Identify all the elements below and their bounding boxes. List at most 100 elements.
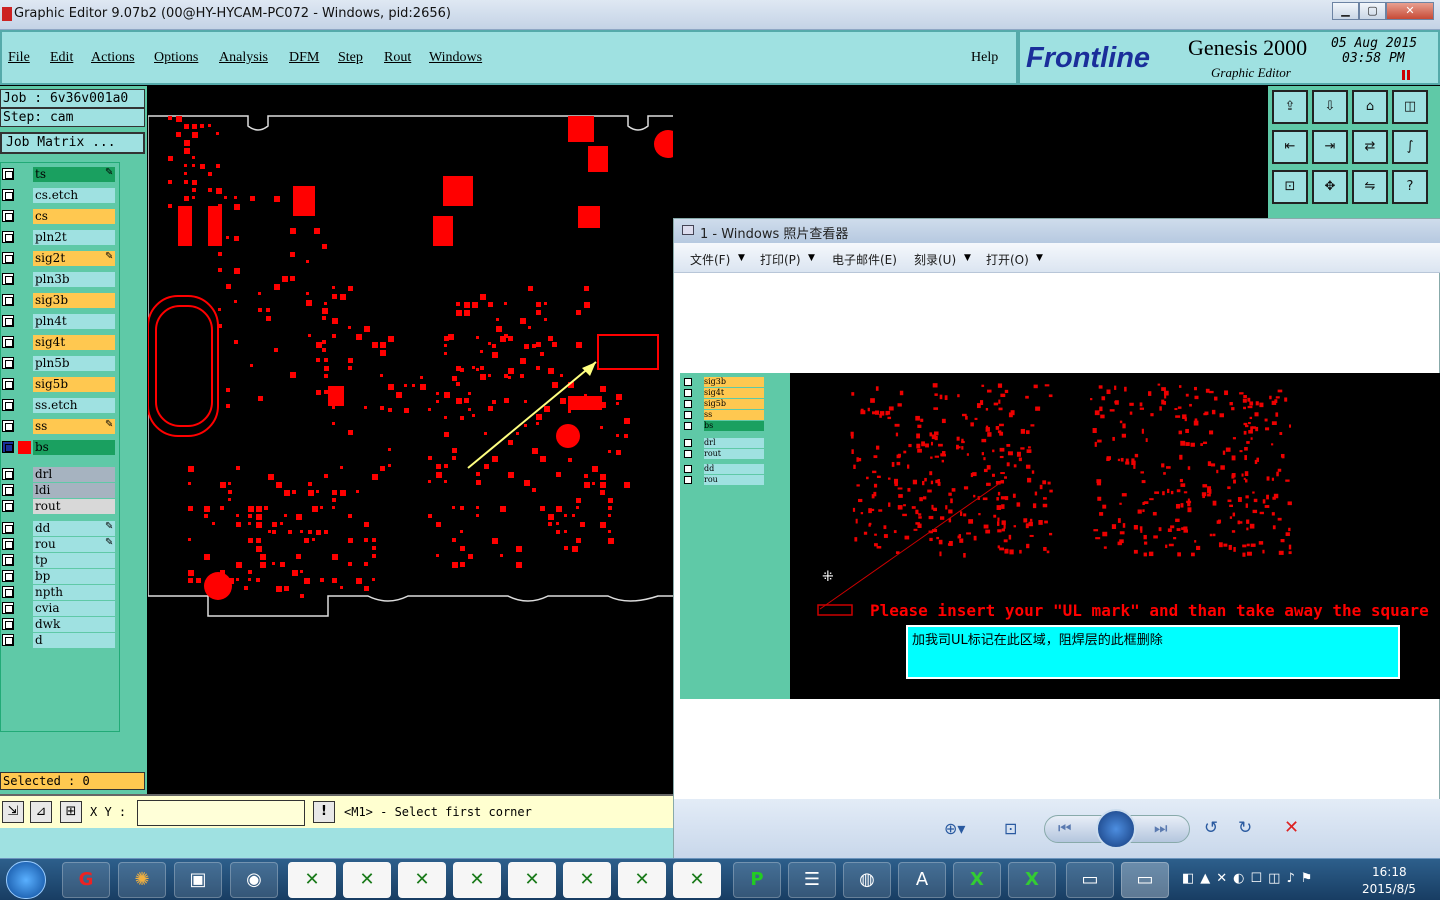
layer-checkbox[interactable] [2,522,14,534]
grid-icon[interactable]: ⊞ [60,801,82,823]
layer-name[interactable]: d [33,633,115,648]
layer-name[interactable]: cs [33,209,115,224]
maximize-button[interactable]: ▢ [1359,2,1386,20]
layer-checkbox[interactable] [2,500,14,512]
measure-icon[interactable]: ⊿ [30,801,52,823]
next-icon[interactable]: ⏭ [1154,819,1168,837]
layer-row[interactable]: bp [1,569,117,584]
tray-icons[interactable]: ◧▲✕◐☐◫♪⚑ [1182,871,1318,886]
layer-name[interactable]: ldi [33,483,115,498]
menu-file[interactable]: File [8,50,30,66]
panel-icon[interactable]: ◫ [1392,90,1428,124]
scale-icon[interactable]: ⇋ [1352,170,1388,204]
layer-row[interactable]: rout [1,499,117,514]
move-icon[interactable]: ✥ [1312,170,1348,204]
previous-icon[interactable]: ⏮ [1058,819,1072,837]
alert-icon[interactable]: ! [313,801,335,823]
layer-name[interactable]: drl [33,467,115,482]
excel-taskbar-icon[interactable]: X [953,862,1001,898]
layer-row[interactable]: ss ✎ [1,419,117,434]
genesis-taskbar-icon[interactable]: G [62,862,110,898]
viewer-menu-file[interactable]: 文件(F) [690,251,730,268]
layer-row[interactable]: ldi [1,483,117,498]
zoom-fit-icon[interactable]: ⊡ [1272,170,1308,204]
layer-checkbox[interactable] [2,252,14,264]
layer-checkbox[interactable] [2,554,14,566]
layer-checkbox[interactable] [2,378,14,390]
excel-taskbar-icon[interactable]: X [1008,862,1056,898]
viewer-menu-burn[interactable]: 刻录(U) [914,251,956,268]
layer-row[interactable]: bs [1,440,117,455]
layer-row[interactable]: dwk [1,617,117,632]
right-arrow-icon[interactable]: ⇥ [1312,130,1348,164]
select-icon[interactable]: ⇲ [2,801,24,823]
layer-row[interactable]: sig3b [1,293,117,308]
layer-checkbox[interactable] [2,315,14,327]
menu-help[interactable]: Help [971,50,998,66]
rotate-left-icon[interactable]: ↺ [1204,818,1218,838]
layer-checkbox[interactable] [2,570,14,582]
layer-name[interactable]: pln2t [33,230,115,245]
layer-checkbox[interactable] [2,586,14,598]
layer-checkbox[interactable] [2,634,14,646]
layer-row[interactable]: pln2t [1,230,117,245]
fit-icon[interactable]: ⊡ [1004,819,1017,838]
layer-name[interactable]: bp [33,569,115,584]
layer-name[interactable]: cs.etch [33,188,115,203]
help-icon[interactable]: ? [1392,170,1428,204]
window-taskbar-icon[interactable]: ✕ [563,862,611,898]
start-button[interactable] [6,861,46,899]
window-taskbar-icon[interactable]: ✕ [618,862,666,898]
layer-name[interactable]: ts [33,167,115,182]
layer-checkbox[interactable] [2,420,14,432]
menu-rout[interactable]: Rout [384,50,411,66]
menu-windows[interactable]: Windows [429,50,482,66]
layer-checkbox[interactable] [2,602,14,614]
graphic-canvas[interactable] [148,86,673,794]
layer-name[interactable]: rout [33,499,115,514]
viewer-menu-open[interactable]: 打开(O) [986,251,1029,268]
close-button[interactable]: ✕ [1386,2,1434,20]
menu-step[interactable]: Step [338,50,363,66]
layer-name[interactable]: sig4t [33,335,115,350]
layer-row[interactable]: ss.etch [1,398,117,413]
layer-checkbox[interactable] [2,441,14,453]
layer-checkbox[interactable] [2,484,14,496]
photo-taskbar-icon[interactable]: ▭ [1066,862,1114,898]
left-arrow-icon[interactable]: ⇤ [1272,130,1308,164]
layer-name[interactable]: dwk [33,617,115,632]
layer-row[interactable]: cs [1,209,117,224]
layer-checkbox[interactable] [2,231,14,243]
menu-dfm[interactable]: DFM [289,50,319,66]
menu-edit[interactable]: Edit [50,50,73,66]
layer-checkbox[interactable] [2,189,14,201]
layer-checkbox[interactable] [2,273,14,285]
layer-row[interactable]: cs.etch [1,188,117,203]
viewer-menu-print[interactable]: 打印(P) [760,251,801,268]
layer-checkbox[interactable] [2,618,14,630]
layer-checkbox[interactable] [2,168,14,180]
s-curve-icon[interactable]: ∫ [1392,130,1428,164]
layer-name[interactable]: bs [33,440,115,455]
layer-name[interactable]: rou [33,537,115,552]
layer-checkbox[interactable] [2,336,14,348]
layer-row[interactable]: d [1,633,117,648]
network-taskbar-icon[interactable]: ◍ [843,862,891,898]
window-taskbar-icon[interactable]: ✕ [288,862,336,898]
layer-checkbox[interactable] [2,357,14,369]
word-taskbar-icon[interactable]: A [898,862,946,898]
layer-checkbox[interactable] [2,399,14,411]
rotate-right-icon[interactable]: ↻ [1238,818,1252,838]
layer-name[interactable]: sig2t [33,251,115,266]
house-icon[interactable]: ⌂ [1352,90,1388,124]
window-taskbar-icon[interactable]: ✕ [673,862,721,898]
slideshow-button[interactable] [1096,809,1136,849]
layer-row[interactable]: cvia [1,601,117,616]
notepad-taskbar-icon[interactable]: ☰ [788,862,836,898]
coord-input[interactable] [137,800,305,826]
viewer-menu-email[interactable]: 电子邮件(E) [832,251,897,268]
layer-name[interactable]: sig3b [33,293,115,308]
download-icon[interactable]: ⇩ [1312,90,1348,124]
viewer-taskbar-icon[interactable]: ◉ [230,862,278,898]
save-taskbar-icon[interactable]: ▣ [174,862,222,898]
